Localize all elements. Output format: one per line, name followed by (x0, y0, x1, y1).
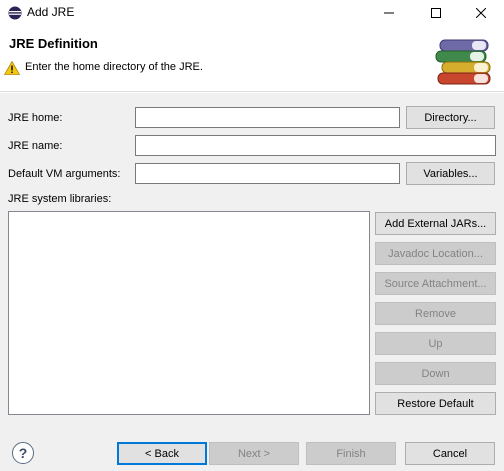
eclipse-icon (8, 6, 22, 20)
jre-home-label: JRE home: (8, 112, 63, 124)
javadoc-location-button[interactable]: Javadoc Location... (375, 242, 496, 265)
maximize-button[interactable] (413, 0, 459, 26)
minimize-icon (384, 12, 394, 14)
next-button[interactable]: Next > (209, 442, 299, 465)
source-attachment-button[interactable]: Source Attachment... (375, 272, 496, 295)
finish-button[interactable]: Finish (306, 442, 396, 465)
directory-button[interactable]: Directory... (406, 106, 495, 129)
close-button[interactable] (458, 0, 504, 26)
title-bar: Add JRE (0, 0, 504, 26)
minimize-button[interactable] (366, 0, 412, 26)
libraries-label: JRE system libraries: (8, 193, 112, 205)
maximize-icon (431, 8, 441, 18)
jre-home-input[interactable] (135, 107, 400, 128)
up-button[interactable]: Up (375, 332, 496, 355)
down-button[interactable]: Down (375, 362, 496, 385)
warning-icon (4, 61, 20, 75)
add-external-jars-button[interactable]: Add External JARs... (375, 212, 496, 235)
banner-message: Enter the home directory of the JRE. (25, 61, 203, 73)
close-icon (476, 8, 486, 18)
libraries-list[interactable] (8, 211, 370, 415)
variables-button[interactable]: Variables... (406, 162, 495, 185)
back-button[interactable]: < Back (117, 442, 207, 465)
window-title: Add JRE (27, 5, 75, 19)
cancel-button[interactable]: Cancel (405, 442, 495, 465)
jre-name-label: JRE name: (8, 140, 63, 152)
remove-button[interactable]: Remove (375, 302, 496, 325)
books-icon (435, 39, 491, 85)
restore-default-button[interactable]: Restore Default (375, 392, 496, 415)
vm-args-label: Default VM arguments: (8, 168, 121, 180)
header-banner: JRE Definition Enter the home directory … (0, 26, 504, 92)
jre-name-input[interactable] (135, 135, 496, 156)
help-icon[interactable]: ? (12, 442, 34, 464)
vm-args-input[interactable] (135, 163, 400, 184)
page-title: JRE Definition (9, 36, 98, 51)
